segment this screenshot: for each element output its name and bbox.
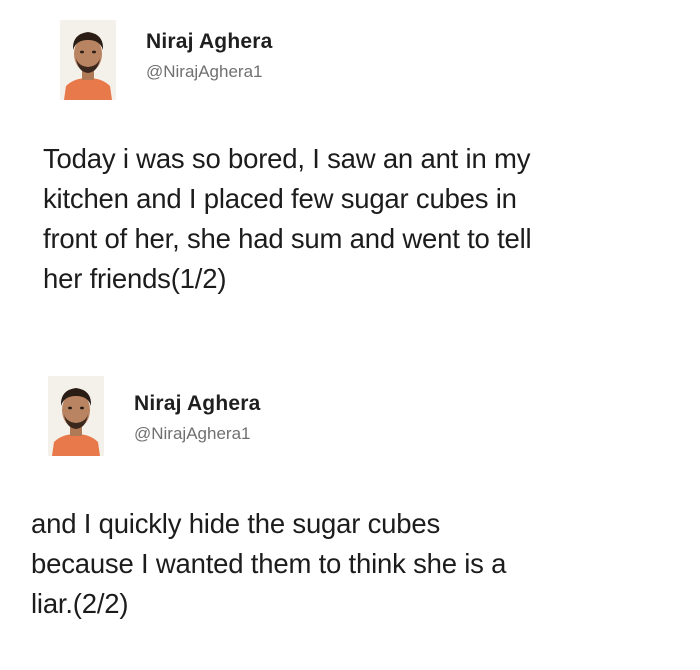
avatar[interactable] <box>48 376 104 456</box>
tweet-text-line: her friends(1/2) <box>43 263 227 294</box>
profile-photo-icon <box>60 20 116 100</box>
tweet-text-line: Today i was so bored, I saw an ant in my <box>43 143 531 174</box>
tweet-text-line: front of her, she had sum and went to te… <box>43 223 532 254</box>
tweet-text-line: liar.(2/2) <box>31 588 129 619</box>
display-name[interactable]: Niraj Aghera <box>134 392 261 416</box>
tweet-text-line: because I wanted them to think she is a <box>31 548 507 579</box>
tweet-text: Today i was so bored, I saw an ant in my… <box>43 139 683 299</box>
avatar[interactable] <box>60 20 116 100</box>
user-handle[interactable]: @NirajAghera1 <box>146 62 262 82</box>
user-handle[interactable]: @NirajAghera1 <box>134 424 250 444</box>
tweet-text-line: and I quickly hide the sugar cubes <box>31 508 441 539</box>
profile-photo-icon <box>48 376 104 456</box>
tweet-text-line: kitchen and I placed few sugar cubes in <box>43 183 517 214</box>
display-name[interactable]: Niraj Aghera <box>146 30 273 54</box>
tweet-text: and I quickly hide the sugar cubes becau… <box>31 504 671 624</box>
